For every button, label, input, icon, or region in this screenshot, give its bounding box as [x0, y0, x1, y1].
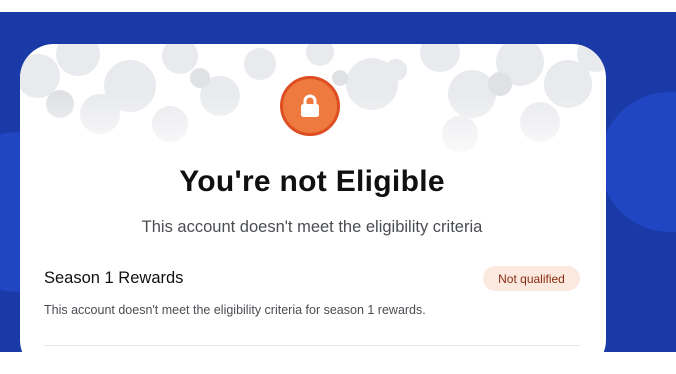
reward-description: This account doesn't meet the eligibilit… — [44, 303, 426, 317]
dialog-title: You're not Eligible — [179, 165, 445, 198]
eligibility-card: You're not Eligible This account doesn't… — [20, 44, 606, 374]
lock-badge — [280, 76, 340, 136]
reward-title: Season 1 Rewards — [44, 269, 184, 287]
lock-icon — [301, 94, 319, 117]
dialog-subtitle: This account doesn't meet the eligibilit… — [141, 218, 483, 236]
divider — [44, 345, 580, 346]
status-badge: Not qualified — [483, 266, 580, 291]
backdrop-glow — [600, 92, 676, 232]
